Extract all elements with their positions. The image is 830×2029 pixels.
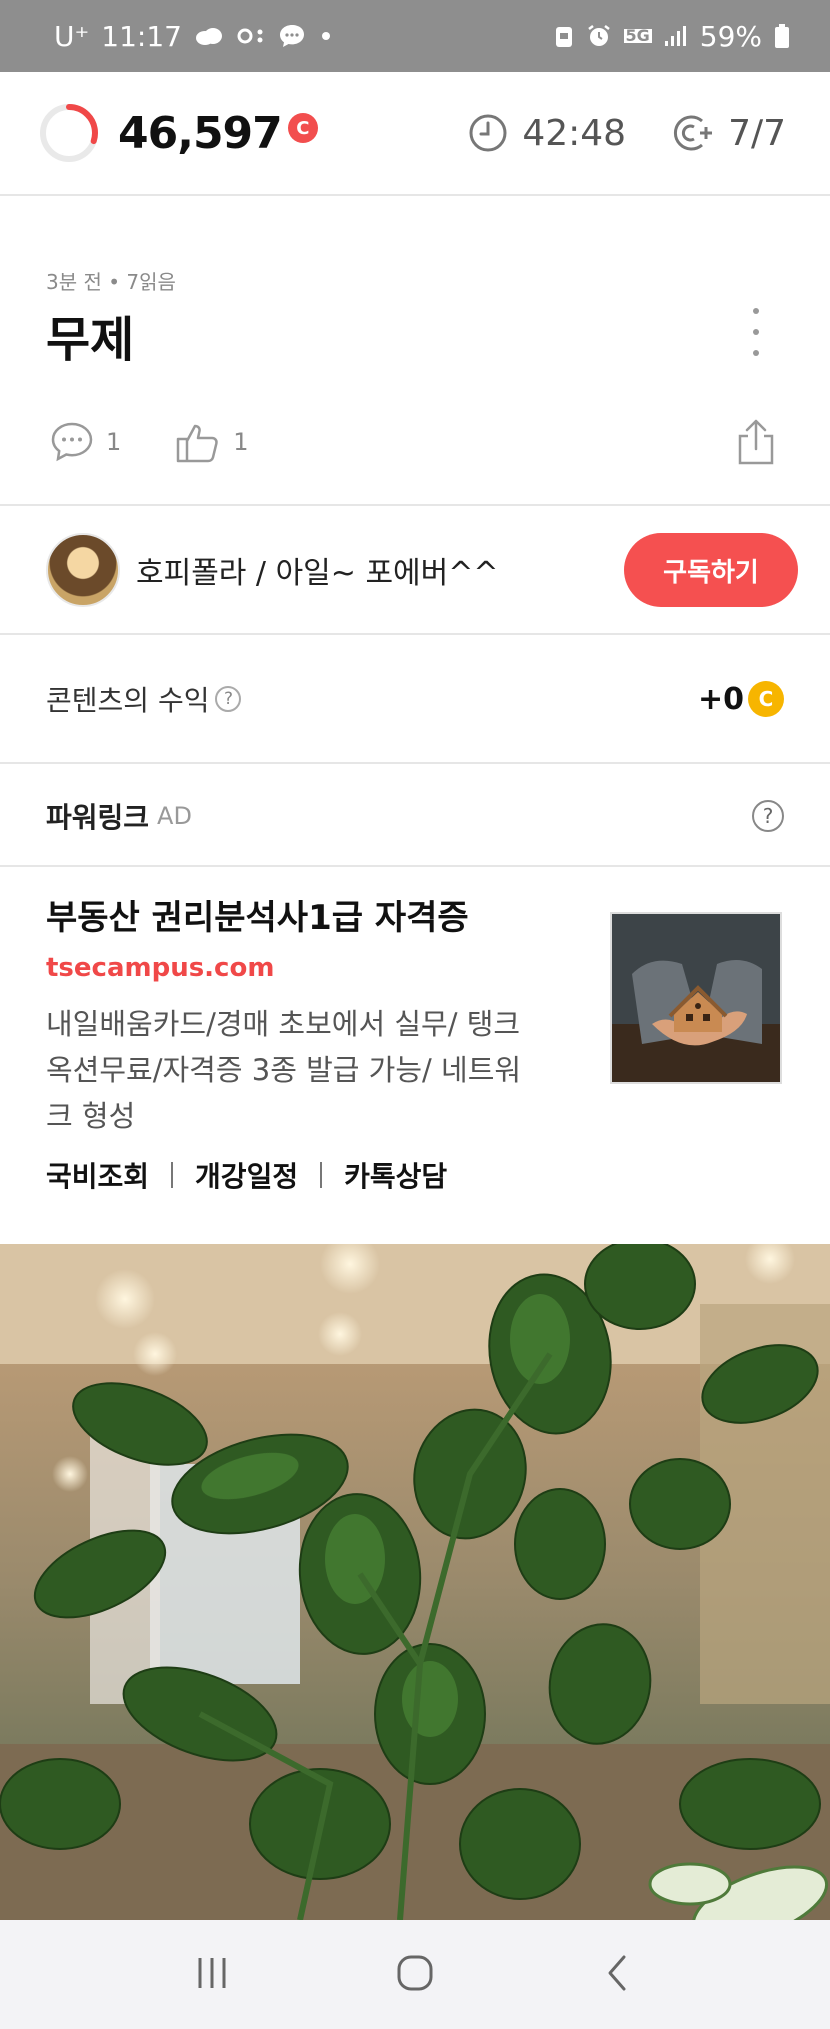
reading-timer[interactable]: 42:48	[468, 113, 626, 154]
coin-icon: C	[748, 681, 784, 717]
cloud-icon	[194, 26, 224, 46]
recent-apps-button[interactable]	[192, 1953, 232, 1997]
progress-ring	[40, 104, 98, 162]
coin-plus-icon	[674, 115, 713, 151]
alarm-icon	[586, 23, 612, 49]
back-icon	[608, 1955, 626, 1990]
battery-percent: 59%	[699, 19, 762, 53]
network-label: 5G	[623, 26, 652, 45]
revenue-row: 콘텐츠의 수익 ? +0 C	[0, 636, 830, 762]
count-value: 7/7	[728, 112, 786, 154]
signal-icon	[664, 25, 688, 47]
coin-icon: C	[287, 113, 318, 143]
status-bar: U⁺ 11:17 5G 59%	[0, 0, 830, 72]
timer-value: 42:48	[522, 112, 627, 154]
dot-icon	[318, 28, 334, 44]
ad-links: 국비조회 개강일정 카톡상담	[46, 1155, 786, 1195]
comment-icon	[51, 422, 93, 462]
more-dot	[753, 350, 759, 356]
link-icon	[236, 26, 266, 46]
battery-icon	[774, 23, 790, 49]
ad-tag: AD	[157, 802, 192, 830]
post-actions: 1 1	[50, 420, 289, 464]
home-button[interactable]	[395, 1953, 435, 1997]
home-icon	[397, 1955, 433, 1990]
help-icon[interactable]: ?	[752, 800, 784, 832]
share-button[interactable]	[734, 418, 778, 470]
revenue-amount: +0	[697, 681, 744, 717]
more-dot	[753, 308, 759, 314]
comment-button[interactable]: 1	[50, 420, 121, 464]
system-nav-bar	[0, 1920, 830, 2029]
revenue-label: 콘텐츠의 수익	[46, 684, 210, 717]
post-meta: 3분 전 • 7읽음	[46, 270, 176, 294]
clipboard-icon	[554, 23, 574, 49]
recent-apps-icon	[198, 1957, 226, 1988]
help-icon[interactable]: ?	[215, 686, 242, 712]
author-row: 호피폴라 / 아일~ 포에버^^ 구독하기	[0, 507, 830, 633]
subscribe-button[interactable]: 구독하기	[624, 533, 798, 607]
divider	[0, 504, 830, 506]
powerlink-title: 파워링크	[46, 801, 150, 834]
like-count: 1	[233, 428, 249, 456]
chat-bubble-icon	[278, 23, 306, 49]
like-button[interactable]: 1	[175, 420, 249, 464]
coin-count[interactable]: 7/7	[672, 113, 786, 154]
divider	[0, 762, 830, 764]
points-bar: 46,597 C 42:48 7/7	[0, 72, 830, 196]
share-icon	[738, 419, 774, 465]
house-in-hands-image	[612, 914, 780, 1082]
thumbs-up-icon	[177, 424, 219, 463]
ad-thumbnail[interactable]	[610, 912, 782, 1084]
more-dot	[753, 329, 759, 335]
points-value: 46,597	[118, 107, 283, 159]
ad-link[interactable]: 국비조회	[46, 1155, 149, 1195]
carrier-label: U⁺	[54, 19, 90, 53]
avatar[interactable]	[46, 533, 120, 607]
divider	[0, 865, 830, 867]
clock-icon	[469, 114, 507, 152]
more-options-button[interactable]	[744, 308, 768, 356]
comment-count: 1	[106, 428, 122, 456]
divider	[0, 633, 830, 635]
author-name[interactable]: 호피폴라 / 아일~ 포에버^^	[136, 548, 499, 592]
clock: 11:17	[101, 19, 182, 53]
revenue-value: +0 C	[698, 681, 784, 717]
ad-description: 내일배움카드/경매 초보에서 실무/ 탱크옥션무료/자격증 3종 발급 가능/ …	[46, 1007, 522, 1133]
separator	[171, 1162, 174, 1188]
plant-photo	[0, 1244, 830, 1920]
ad-link[interactable]: 개강일정	[195, 1155, 298, 1195]
post-title: 무제	[46, 312, 135, 368]
separator	[320, 1162, 323, 1188]
ad-link[interactable]: 카톡상담	[344, 1155, 447, 1195]
powerlink-header: 파워링크 AD ?	[0, 765, 830, 867]
post-photo[interactable]	[0, 1244, 830, 1920]
network-5g-icon: 5G	[623, 26, 652, 45]
back-button[interactable]	[598, 1953, 638, 1997]
